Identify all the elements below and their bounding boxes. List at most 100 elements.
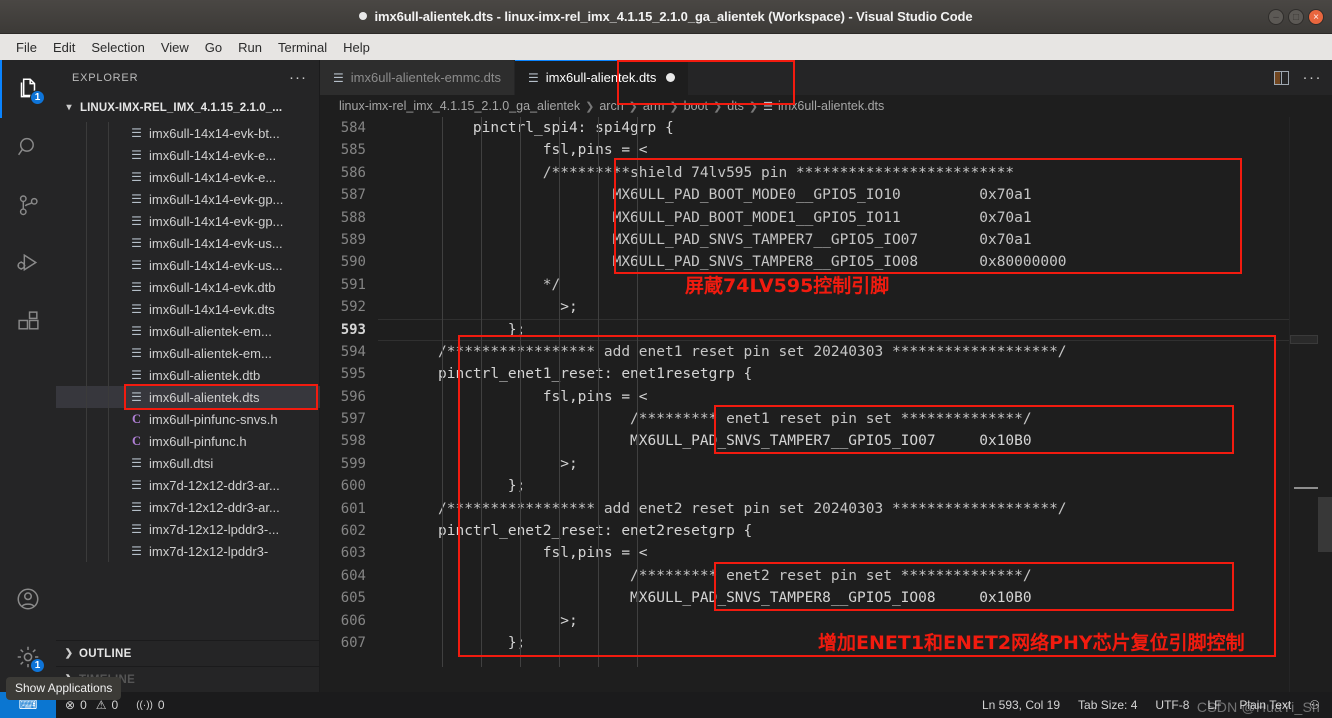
- search-icon[interactable]: [0, 118, 56, 176]
- line-number: 604: [340, 567, 366, 584]
- dts-file-icon: ☰: [131, 214, 142, 228]
- file-tree-item[interactable]: ☰ imx6ull-14x14-evk-e...: [56, 144, 320, 166]
- dts-file-icon: ☰: [131, 302, 142, 316]
- sidebar-more-actions-icon[interactable]: ···: [289, 70, 307, 85]
- code-line: pinctrl_enet2_reset: enet2resetgrp {: [438, 523, 753, 540]
- extensions-icon[interactable]: [0, 292, 56, 350]
- breadcrumb-part-workspace[interactable]: linux-imx-rel_imx_4.1.15_2.1.0_ga_alient…: [339, 99, 580, 113]
- vertical-scrollbar[interactable]: [1318, 117, 1332, 692]
- breadcrumb-part-arm[interactable]: arm: [643, 99, 665, 113]
- explorer-icon[interactable]: 1: [0, 60, 56, 118]
- code-editor[interactable]: 584 585 586 587 588 589 590 591 592 593 594 595 596 5…: [320, 117, 1332, 692]
- cursor-position[interactable]: Ln 593, Col 19: [973, 698, 1069, 712]
- file-tree-item[interactable]: ☰ imx7d-12x12-lpddr3-...: [56, 518, 320, 540]
- minimize-button[interactable]: –: [1268, 9, 1284, 25]
- sidebar-section-outline[interactable]: ❯ OUTLINE: [56, 640, 320, 666]
- indent-guides: [56, 474, 130, 496]
- tab-unsaved-dot-icon: [666, 73, 676, 82]
- accounts-icon[interactable]: [0, 570, 56, 628]
- file-tree-item[interactable]: ☰ imx6ull-14x14-evk-gp...: [56, 188, 320, 210]
- menu-selection[interactable]: Selection: [83, 37, 152, 58]
- file-tree-item-label: imx7d-12x12-ddr3-ar...: [149, 499, 280, 515]
- tab-imx6ull-alientek-dts[interactable]: ☰ imx6ull-alientek.dts: [515, 60, 690, 95]
- run-and-debug-icon[interactable]: [0, 234, 56, 292]
- file-tree-item[interactable]: ☰ imx7d-12x12-lpddr3-: [56, 540, 320, 562]
- csdn-watermark: CSDN @HuaYi_Sh: [1196, 699, 1320, 715]
- explorer-badge: 1: [30, 90, 45, 105]
- breadcrumb-separator-icon: ❯: [628, 100, 638, 113]
- file-tree-item-label: imx6ull-14x14-evk-e...: [149, 147, 277, 163]
- tab-size[interactable]: Tab Size: 4: [1069, 698, 1146, 712]
- indent-guides: [56, 518, 130, 540]
- radio-tower-status[interactable]: ((·)) 0: [127, 698, 173, 712]
- menu-run[interactable]: Run: [230, 37, 270, 58]
- file-tree-item[interactable]: ☰ imx6ull-alientek.dts: [56, 386, 320, 408]
- breadcrumb-file-label[interactable]: imx6ull-alientek.dts: [778, 99, 884, 113]
- code-line: fsl,pins = <: [438, 545, 648, 562]
- sidebar-title: EXPLORER: [72, 71, 139, 84]
- breadcrumb: linux-imx-rel_imx_4.1.15_2.1.0_ga_alient…: [320, 95, 1332, 117]
- indent-guides: [56, 386, 130, 408]
- maximize-button[interactable]: □: [1288, 9, 1304, 25]
- minimap[interactable]: [1290, 117, 1318, 692]
- code-indent-guide: [559, 117, 560, 667]
- dts-file-icon: ☰: [131, 170, 142, 184]
- dts-file-icon: ☰: [528, 70, 539, 85]
- file-tree-item[interactable]: ☰ imx6ull-alientek-em...: [56, 320, 320, 342]
- sidebar-section-outline-label: OUTLINE: [79, 647, 132, 660]
- menu-edit[interactable]: Edit: [45, 37, 83, 58]
- indent-guides: [56, 320, 130, 342]
- breadcrumb-part-arch[interactable]: arch: [599, 99, 623, 113]
- file-tree-item[interactable]: ☰ imx7d-12x12-ddr3-ar...: [56, 496, 320, 518]
- dts-file-icon: ☰: [131, 126, 142, 140]
- file-tree-item[interactable]: ☰ imx6ull-14x14-evk-us...: [56, 254, 320, 276]
- menu-terminal[interactable]: Terminal: [270, 37, 335, 58]
- file-tree-item[interactable]: ☰ imx6ull.dtsi: [56, 452, 320, 474]
- file-tree-item[interactable]: ☰ imx6ull-14x14-evk-gp...: [56, 210, 320, 232]
- file-tree-item[interactable]: ☰ imx6ull-14x14-evk.dtb: [56, 276, 320, 298]
- split-editor-icon[interactable]: [1273, 70, 1289, 85]
- line-number: 600: [340, 478, 366, 495]
- close-button[interactable]: ×: [1308, 9, 1324, 25]
- line-number: 592: [340, 299, 366, 316]
- file-tree-item[interactable]: ☰ imx6ull-alientek.dtb: [56, 364, 320, 386]
- file-tree-item[interactable]: Cimx6ull-pinfunc.h: [56, 430, 320, 452]
- editor-tab-bar: ☰ imx6ull-alientek-emmc.dts ☰ imx6ull-al…: [320, 60, 1332, 105]
- file-tree-item[interactable]: ☰ imx6ull-alientek-em...: [56, 342, 320, 364]
- file-tree-item[interactable]: ☰ imx6ull-14x14-evk-us...: [56, 232, 320, 254]
- tab-imx6ull-alientek-emmc-dts[interactable]: ☰ imx6ull-alientek-emmc.dts: [320, 60, 516, 95]
- editor-more-actions-icon[interactable]: ···: [1303, 70, 1323, 85]
- breadcrumb-separator-icon: ❯: [585, 100, 595, 113]
- minimap-current-view: [1290, 335, 1318, 344]
- file-tree-item-label: imx6ull-alientek-em...: [149, 323, 272, 339]
- indent-guides: [56, 122, 130, 144]
- file-tree[interactable]: ☰ imx6ull-14x14-evk-bt... ☰ imx6ull-14x14-e…: [56, 122, 320, 632]
- menu-help[interactable]: Help: [335, 37, 378, 58]
- problems-status[interactable]: ⊗ 0 ⚠ 0: [56, 698, 127, 712]
- code-indent-guide: [598, 117, 599, 667]
- menu-bar: File Edit Selection View Go Run Terminal…: [0, 34, 1332, 60]
- encoding[interactable]: UTF-8: [1146, 698, 1198, 712]
- file-tree-item-label: imx6ull-14x14-evk-gp...: [149, 213, 284, 229]
- file-tree-item-label: imx7d-12x12-ddr3-ar...: [149, 477, 280, 493]
- line-number: 603: [340, 545, 366, 562]
- file-tree-item[interactable]: ☰ imx7d-12x12-ddr3-ar...: [56, 474, 320, 496]
- breadcrumb-part-boot[interactable]: boot: [684, 99, 708, 113]
- menu-file[interactable]: File: [8, 37, 45, 58]
- window-title-text: imx6ull-alientek.dts - linux-imx-rel_imx…: [359, 9, 973, 24]
- file-tree-item[interactable]: Cimx6ull-pinfunc-snvs.h: [56, 408, 320, 430]
- file-tree-item[interactable]: ☰ imx6ull-14x14-evk.dts: [56, 298, 320, 320]
- line-number: 605: [340, 590, 366, 607]
- source-control-icon[interactable]: [0, 176, 56, 234]
- file-tree-item-label: imx6ull.dtsi: [149, 455, 214, 471]
- dts-file-icon: ☰: [131, 236, 142, 250]
- line-number: 590: [340, 254, 366, 271]
- breadcrumb-part-dts[interactable]: dts: [727, 99, 744, 113]
- menu-go[interactable]: Go: [197, 37, 230, 58]
- menu-view[interactable]: View: [153, 37, 197, 58]
- file-tree-item[interactable]: ☰ imx6ull-14x14-evk-e...: [56, 166, 320, 188]
- workspace-root-row[interactable]: ▾ LINUX-IMX-REL_IMX_4.1.15_2.1.0_...: [56, 95, 319, 120]
- dts-file-icon: ☰: [131, 478, 142, 492]
- indent-guides: [56, 276, 130, 298]
- file-tree-item[interactable]: ☰ imx6ull-14x14-evk-bt...: [56, 122, 320, 144]
